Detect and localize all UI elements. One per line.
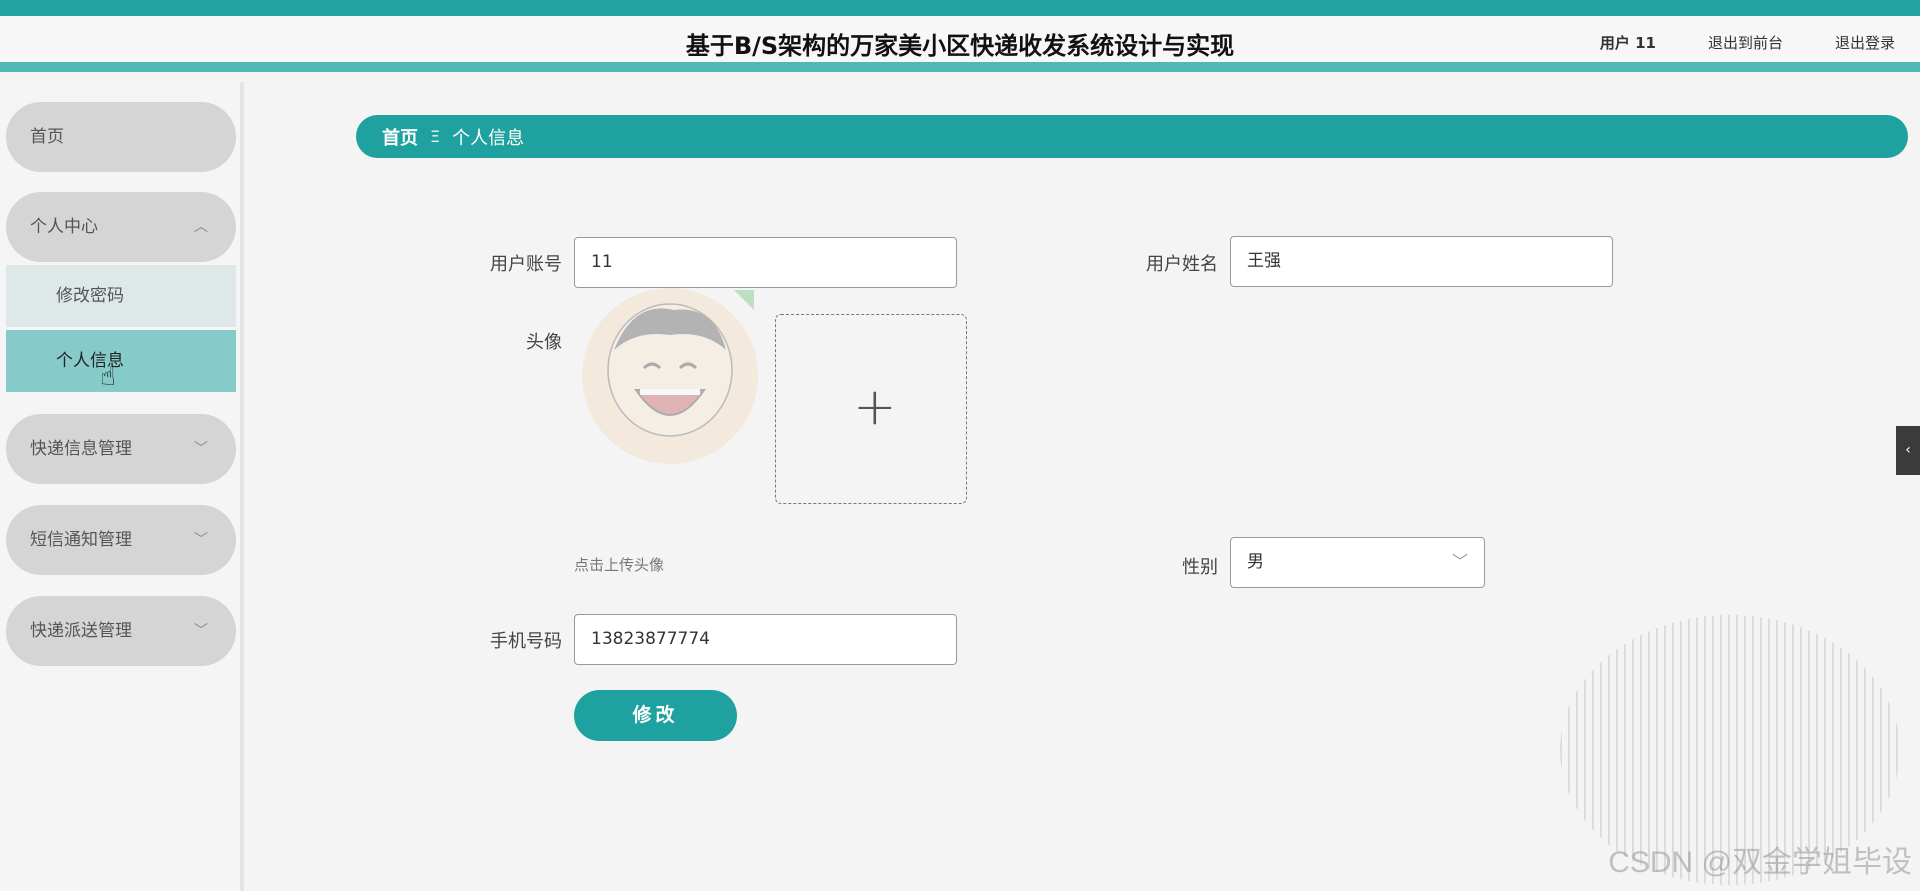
sidebar-item-delivery[interactable]: 快递派送管理 ﹀	[6, 596, 236, 666]
breadcrumb-current: 个人信息	[452, 127, 525, 149]
sidebar: 首页 个人中心 ︿ 修改密码 个人信息 快递信息管理 ﹀ 短信通知管理 ﹀ 快递…	[0, 82, 244, 891]
account-label: 用户账号	[490, 254, 562, 275]
current-user: 用户 11	[1599, 34, 1656, 52]
sidebar-item-label: 个人中心	[30, 217, 98, 237]
header: 基于B/S架构的万家美小区快递收发系统设计与实现 用户 11 退出到前台 退出登…	[0, 16, 1920, 72]
sidebar-item-express-info[interactable]: 快递信息管理 ﹀	[6, 414, 236, 484]
sidebar-item-change-password[interactable]: 修改密码	[6, 265, 236, 327]
chevron-down-icon: ﹀	[194, 441, 208, 457]
avatar-image	[582, 288, 758, 464]
phone-input[interactable]: 13823877774	[574, 614, 957, 665]
chevron-up-icon: ︿	[194, 219, 208, 235]
upload-hint: 点击上传头像	[574, 556, 665, 574]
watermark: CSDN @双金学姐毕设	[1608, 846, 1912, 879]
gender-select[interactable]: 男 ﹀	[1230, 537, 1485, 588]
sidebar-item-label: 修改密码	[56, 286, 124, 306]
name-input[interactable]: 王强	[1230, 236, 1613, 287]
chevron-down-icon: ﹀	[1451, 552, 1468, 571]
gender-label: 性别	[1182, 557, 1218, 578]
chevron-down-icon: ﹀	[194, 623, 208, 639]
gender-value: 男	[1247, 552, 1264, 572]
sidebar-item-personal-info[interactable]: 个人信息	[6, 330, 236, 392]
pointer-cursor-icon: ☝	[100, 362, 116, 392]
breadcrumb-separator-icon: Ξ	[430, 127, 441, 146]
sidebar-item-label: 首页	[30, 127, 64, 147]
sidebar-item-label: 快递信息管理	[30, 439, 132, 459]
header-actions: 用户 11 退出到前台 退出登录	[1600, 32, 1895, 53]
plus-icon: +	[853, 377, 897, 437]
sidebar-item-personal-center[interactable]: 个人中心 ︿	[6, 192, 236, 262]
chevron-down-icon: ﹀	[194, 532, 208, 548]
sidebar-item-sms-notice[interactable]: 短信通知管理 ﹀	[6, 505, 236, 575]
submit-button[interactable]: 修改	[574, 690, 737, 741]
chevron-left-icon[interactable]: ‹	[1896, 426, 1920, 475]
header-stripe	[0, 0, 1920, 16]
avatar-label: 头像	[526, 332, 562, 353]
breadcrumb: 首页 Ξ 个人信息	[356, 115, 1908, 158]
breadcrumb-home[interactable]: 首页	[382, 124, 418, 150]
sidebar-item-label: 短信通知管理	[30, 530, 132, 550]
avatar-upload-button[interactable]: +	[775, 314, 967, 504]
phone-label: 手机号码	[490, 631, 562, 652]
exit-to-front-link[interactable]: 退出到前台	[1708, 32, 1783, 53]
name-label: 用户姓名	[1146, 254, 1218, 275]
sidebar-item-label: 快递派送管理	[30, 621, 132, 641]
logout-link[interactable]: 退出登录	[1835, 32, 1895, 53]
sidebar-item-home[interactable]: 首页	[6, 102, 236, 172]
